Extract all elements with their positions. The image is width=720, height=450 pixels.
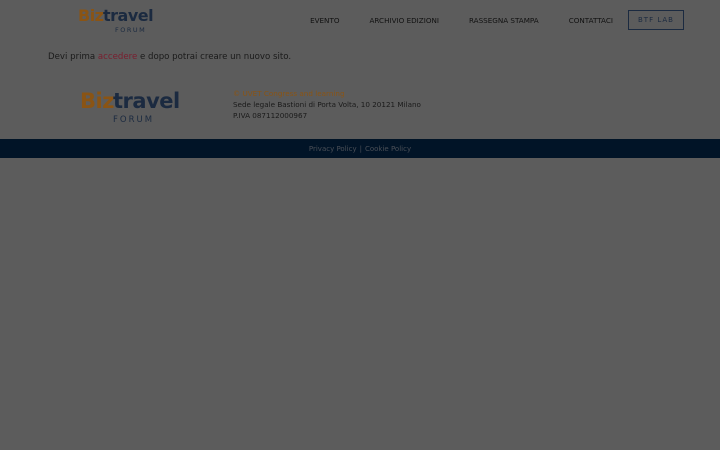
login-required-message: Devi prima accedere e dopo potrai creare… — [48, 52, 291, 62]
nav-item-contattaci[interactable]: CONTATTACI — [569, 16, 613, 25]
nav-item-evento[interactable]: EVENTO — [310, 16, 339, 25]
footer-logo-forum-text: FORUM — [113, 115, 155, 125]
btf-lab-button[interactable]: BTF LAB — [628, 10, 684, 30]
logo-biz-text: Biz — [78, 6, 104, 25]
footer-separator: | — [359, 144, 362, 153]
privacy-policy-link[interactable]: Privacy Policy — [309, 145, 357, 153]
footer-biztravel-logo[interactable]: Biz travel FORUM — [80, 89, 195, 128]
cookie-policy-link[interactable]: Cookie Policy — [365, 145, 411, 153]
footer-vat: P.IVA 087112000967 — [233, 111, 308, 120]
page: Biz travel FORUM EVENTO ARCHIVIO EDIZION… — [0, 0, 720, 450]
site-header: Biz travel FORUM EVENTO ARCHIVIO EDIZION… — [0, 0, 720, 40]
footer-logo-biz-text: Biz — [80, 89, 114, 113]
logo-travel-text: travel — [103, 6, 154, 25]
message-before: Devi prima — [48, 52, 98, 62]
footer-copyright: © UVET Congress and learning — [233, 89, 345, 98]
footer-bottom-bar: Privacy Policy | Cookie Policy — [0, 139, 720, 158]
login-link[interactable]: accedere — [98, 52, 137, 62]
logo-forum-text: FORUM — [115, 26, 147, 34]
biztravel-logo[interactable]: Biz travel FORUM — [78, 6, 158, 35]
footer-logo-travel-text: travel — [113, 89, 180, 113]
footer-address: Sede legale Bastioni di Porta Volta, 10 … — [233, 100, 421, 109]
message-after: e dopo potrai creare un nuovo sito. — [137, 52, 292, 62]
footer-company-info: © UVET Congress and learning Sede legale… — [233, 88, 421, 121]
nav-item-archivio-edizioni[interactable]: ARCHIVIO EDIZIONI — [370, 16, 439, 25]
main-nav: EVENTO ARCHIVIO EDIZIONI RASSEGNA STAMPA… — [280, 10, 684, 30]
nav-item-rassegna-stampa[interactable]: RASSEGNA STAMPA — [469, 16, 539, 25]
